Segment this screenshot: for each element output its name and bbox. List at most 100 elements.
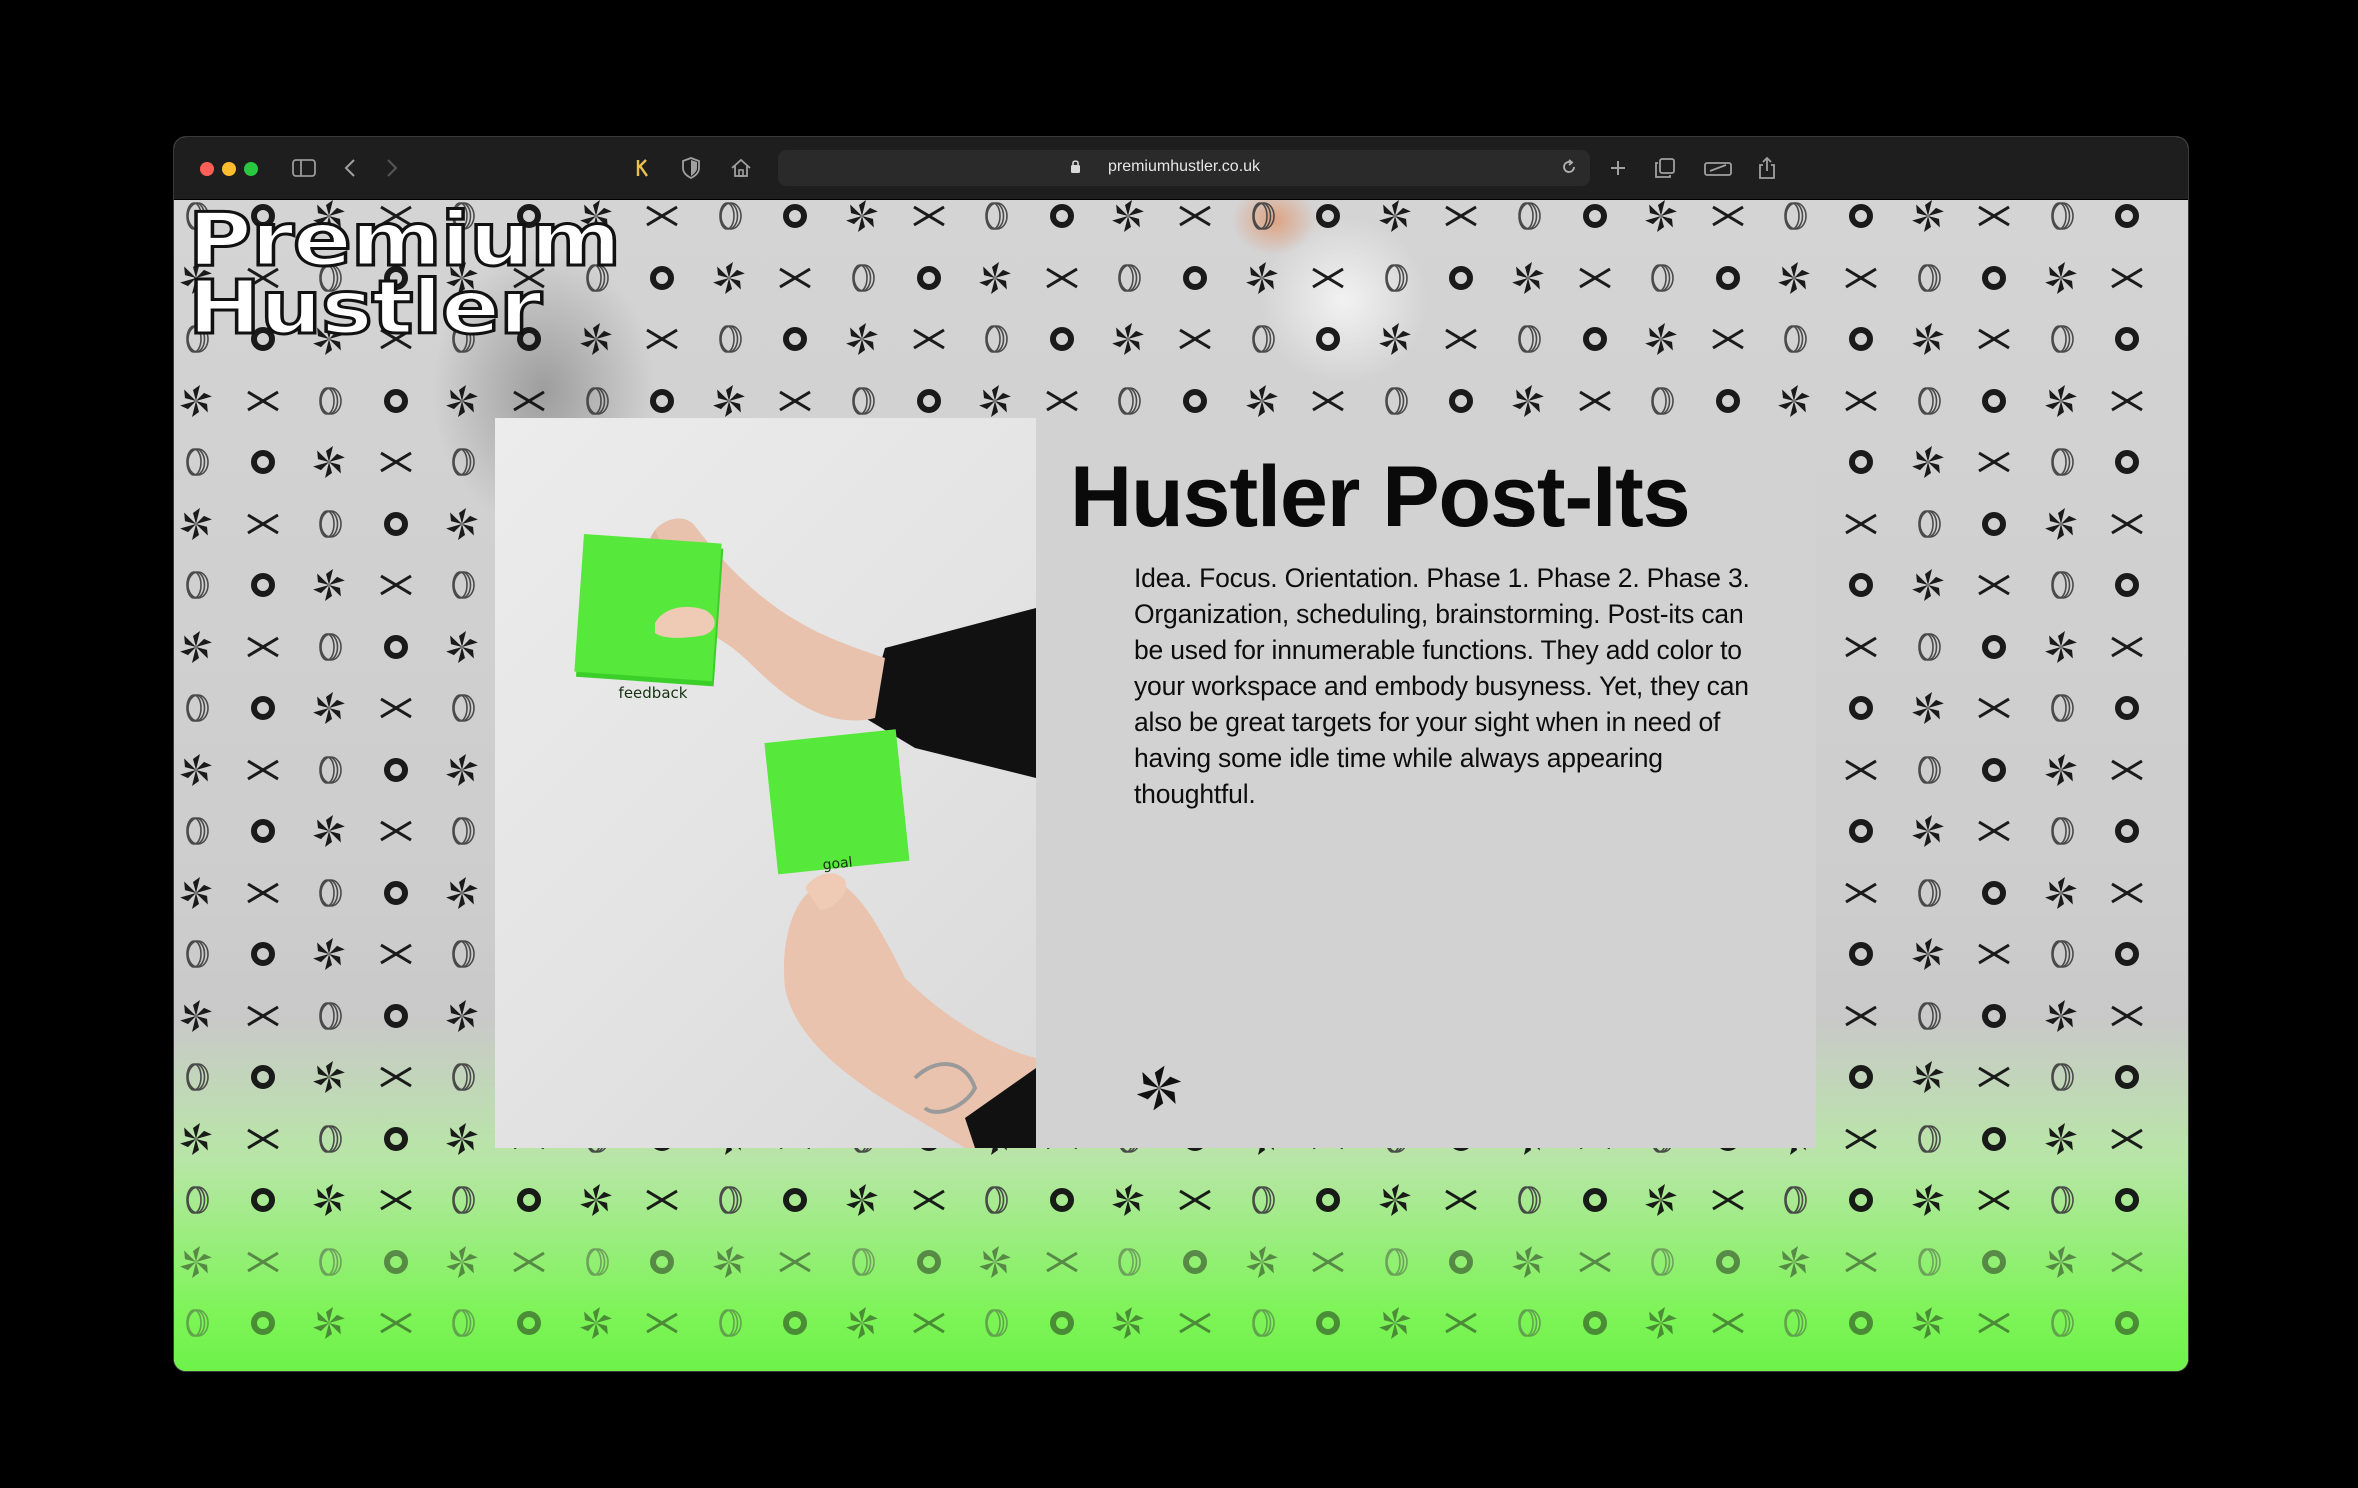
oval-glyph <box>452 1186 476 1214</box>
pinwheel-glyph <box>1245 1245 1278 1278</box>
ring-glyph <box>1715 1249 1740 1274</box>
bow-glyph <box>1978 820 2010 842</box>
pinwheel-glyph <box>1911 323 1944 355</box>
ring-glyph <box>916 388 941 413</box>
bow-glyph <box>779 390 812 411</box>
reader-icon[interactable] <box>1704 155 1732 181</box>
ring-glyph <box>383 757 408 782</box>
oval-glyph <box>1917 1247 1941 1276</box>
ring-glyph <box>1582 1311 1607 1335</box>
oval-glyph <box>1384 386 1408 415</box>
bow-glyph <box>246 759 279 780</box>
ring-glyph <box>2115 942 2140 966</box>
reload-icon[interactable] <box>1560 158 1578 181</box>
pinwheel-glyph <box>1378 200 1411 232</box>
pinwheel-glyph <box>712 1245 745 1278</box>
ring-glyph <box>783 1311 808 1335</box>
pinwheel-glyph <box>313 938 346 970</box>
page-viewport: Premium Hustler feedback goal Hustler Po… <box>174 200 2188 1371</box>
ring-glyph <box>2115 450 2140 474</box>
bow-glyph <box>912 1312 945 1334</box>
ring-glyph <box>2115 1065 2140 1089</box>
share-icon[interactable] <box>1758 155 1776 181</box>
browser-toolbar: premiumhustler.co.uk <box>174 137 2188 200</box>
oval-glyph <box>452 448 476 476</box>
pinwheel-glyph <box>1112 1184 1145 1216</box>
ring-glyph <box>1849 819 1873 843</box>
oval-glyph <box>1784 1309 1808 1337</box>
new-tab-icon[interactable] <box>1608 155 1628 181</box>
oval-glyph <box>452 1063 476 1091</box>
pinwheel-glyph <box>1645 1184 1678 1216</box>
bow-glyph <box>2111 636 2144 657</box>
ring-glyph <box>1582 204 1607 228</box>
ring-glyph <box>1982 1126 2007 1151</box>
ring-glyph <box>1183 388 1207 413</box>
ring-glyph <box>1316 1311 1341 1335</box>
bow-glyph <box>1978 574 2010 596</box>
bow-glyph <box>2111 759 2144 780</box>
bow-glyph <box>380 451 412 473</box>
oval-glyph <box>186 1186 209 1214</box>
address-bar[interactable]: premiumhustler.co.uk <box>778 150 1590 186</box>
bow-glyph <box>246 636 279 657</box>
bow-glyph <box>2111 1128 2144 1149</box>
forward-icon[interactable] <box>386 155 398 181</box>
zoom-window-button[interactable] <box>244 162 258 176</box>
pinwheel-glyph <box>1112 1307 1145 1339</box>
ring-glyph <box>1849 573 1873 597</box>
bow-glyph <box>380 574 412 596</box>
ring-glyph <box>1715 388 1740 413</box>
bow-glyph <box>1712 1312 1744 1334</box>
oval-glyph <box>1251 202 1275 230</box>
ring-glyph <box>1049 1188 1074 1212</box>
pinwheel-glyph <box>313 446 346 478</box>
minimize-window-button[interactable] <box>222 162 236 176</box>
pinwheel-glyph <box>313 692 346 724</box>
pinwheel-glyph <box>180 1245 212 1278</box>
oval-glyph <box>2050 1186 2074 1214</box>
oval-glyph <box>1917 386 1941 415</box>
ring-glyph <box>250 1065 275 1089</box>
oval-glyph <box>1118 263 1142 292</box>
oval-glyph <box>1118 386 1142 415</box>
ring-glyph <box>1849 1065 1873 1089</box>
oval-glyph <box>718 1186 742 1214</box>
pinwheel-icon[interactable] <box>1135 1064 1183 1117</box>
bow-glyph <box>1712 205 1744 227</box>
close-window-button[interactable] <box>200 162 214 176</box>
ring-glyph <box>517 1188 541 1212</box>
ring-glyph <box>1449 265 1474 290</box>
oval-glyph <box>319 386 342 415</box>
oval-glyph <box>186 694 209 722</box>
site-logo[interactable]: Premium Hustler <box>186 202 623 347</box>
ring-glyph <box>1316 204 1341 228</box>
pinwheel-glyph <box>979 261 1012 294</box>
ring-glyph <box>2115 696 2140 720</box>
url-text: premiumhustler.co.uk <box>1107 158 1261 175</box>
shield-icon[interactable] <box>682 155 700 181</box>
sidebar-icon[interactable] <box>292 155 316 181</box>
oval-glyph <box>1518 202 1541 230</box>
oval-glyph <box>718 325 742 353</box>
bow-glyph <box>1578 267 1611 288</box>
bow-glyph <box>1312 390 1344 411</box>
bow-glyph <box>1445 1189 1478 1211</box>
ring-glyph <box>250 450 275 474</box>
pinwheel-glyph <box>1245 261 1278 294</box>
extension-icon[interactable] <box>634 155 650 181</box>
tabs-icon[interactable] <box>1654 155 1676 181</box>
ring-glyph <box>250 1188 275 1212</box>
home-icon[interactable] <box>730 155 752 181</box>
bow-glyph <box>380 697 412 719</box>
bow-glyph <box>1845 882 1877 903</box>
bow-glyph <box>380 943 412 965</box>
ring-glyph <box>1849 1188 1873 1212</box>
oval-glyph <box>1651 263 1674 292</box>
pinwheel-glyph <box>446 753 479 786</box>
oval-glyph <box>319 1247 342 1276</box>
back-icon[interactable] <box>344 155 356 181</box>
oval-glyph <box>1384 1247 1408 1276</box>
bow-glyph <box>1712 328 1744 350</box>
post-its-illustration: feedback goal <box>574 518 1036 1148</box>
